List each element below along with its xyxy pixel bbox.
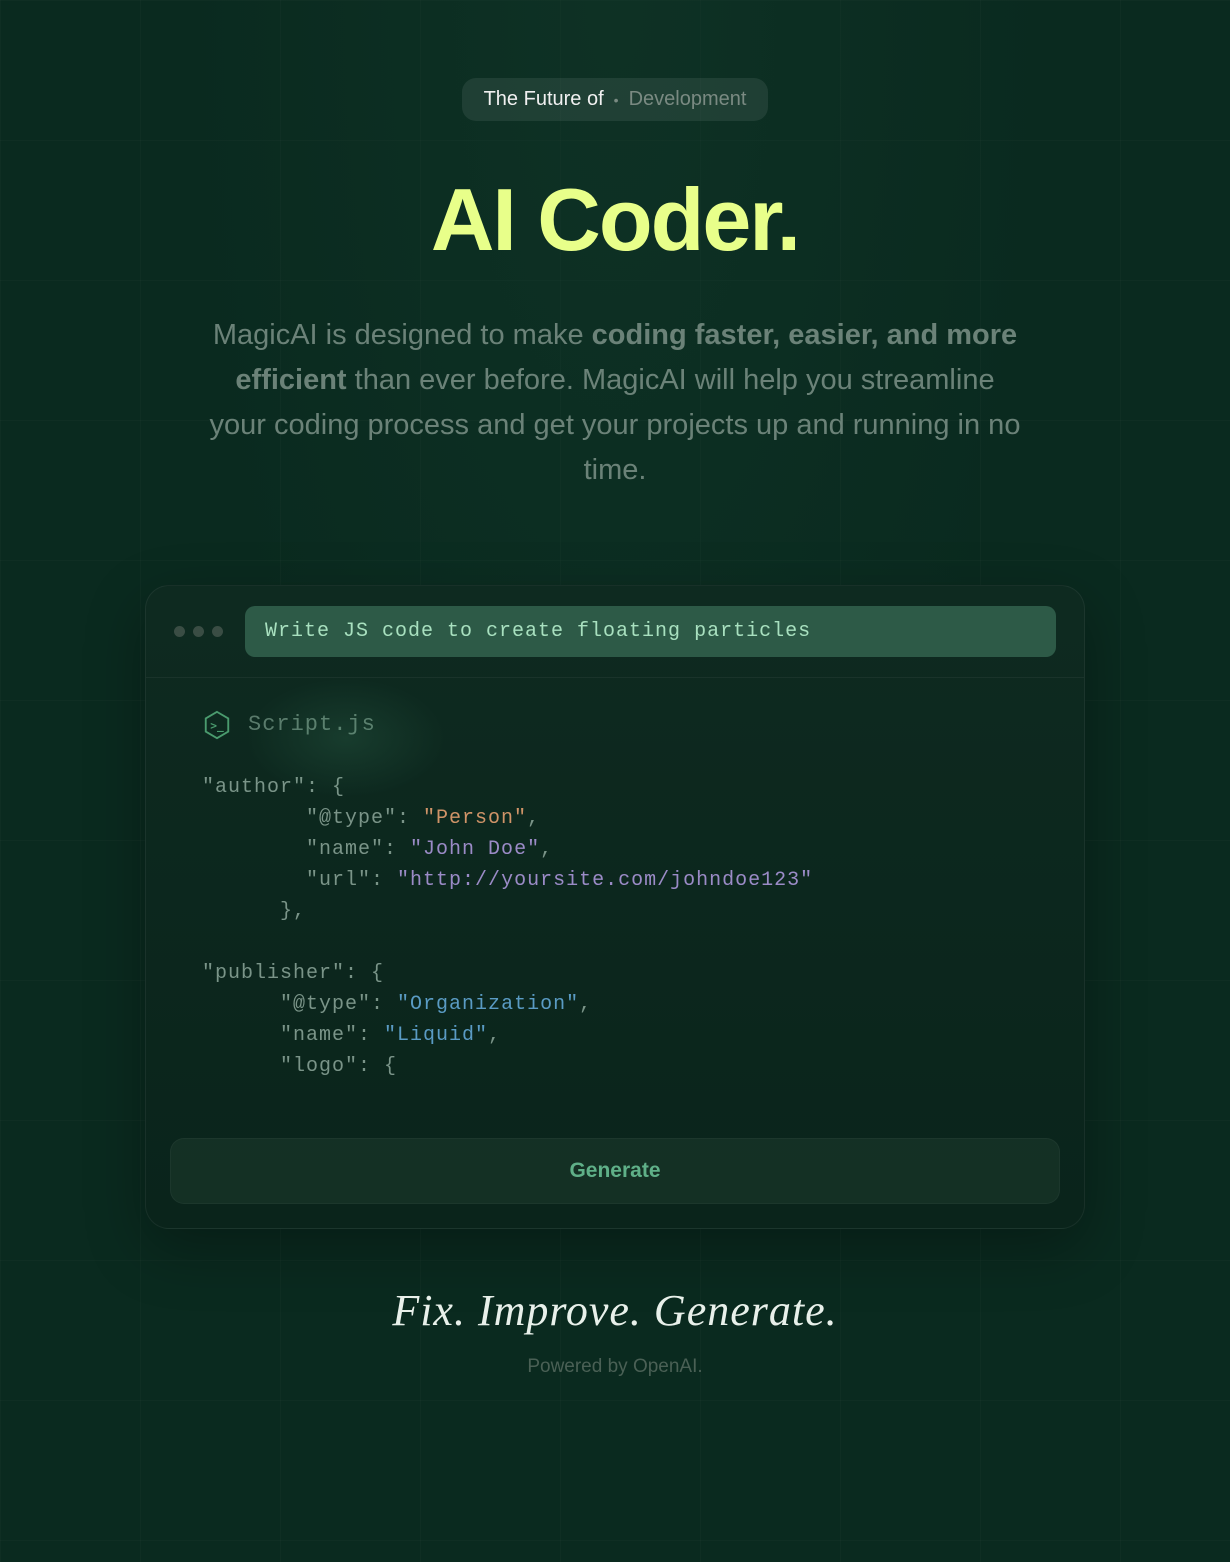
code-value: "Organization" bbox=[397, 993, 579, 1016]
code-value: "http://yoursite.com/johndoe123" bbox=[397, 869, 813, 892]
pill-badge: The Future of • Development bbox=[462, 78, 769, 121]
prompt-input[interactable]: Write JS code to create floating particl… bbox=[245, 606, 1056, 657]
generate-button[interactable]: Generate bbox=[170, 1138, 1060, 1204]
code-key: "name" bbox=[306, 838, 384, 861]
traffic-light-green[interactable] bbox=[212, 626, 223, 637]
badge-secondary-text: Development bbox=[629, 88, 747, 111]
code-key: "@type" bbox=[280, 993, 371, 1016]
code-key: "name" bbox=[280, 1024, 358, 1047]
code-key: "@type" bbox=[306, 807, 397, 830]
traffic-light-yellow[interactable] bbox=[193, 626, 204, 637]
code-value: "John Doe" bbox=[410, 838, 540, 861]
code-window: Write JS code to create floating particl… bbox=[145, 585, 1085, 1229]
window-header: Write JS code to create floating particl… bbox=[146, 586, 1084, 678]
code-key: "publisher" bbox=[202, 962, 345, 985]
traffic-light-red[interactable] bbox=[174, 626, 185, 637]
code-key: "url" bbox=[306, 869, 371, 892]
svg-text:>_: >_ bbox=[210, 719, 224, 732]
badge-separator-dot: • bbox=[614, 92, 619, 108]
traffic-lights bbox=[174, 626, 223, 637]
file-header: >_ Script.js bbox=[202, 710, 1028, 740]
hero-description: MagicAI is designed to make coding faste… bbox=[205, 313, 1025, 493]
filename-label: Script.js bbox=[248, 712, 376, 737]
powered-by-text: Powered by OpenAI. bbox=[527, 1356, 702, 1378]
terminal-hex-icon: >_ bbox=[202, 710, 232, 740]
hero-desc-pre: MagicAI is designed to make bbox=[213, 319, 592, 351]
hero-title: AI Coder. bbox=[431, 169, 799, 271]
code-value: "Liquid" bbox=[384, 1024, 488, 1047]
code-value: "Person" bbox=[423, 807, 527, 830]
code-key: "logo" bbox=[280, 1055, 358, 1078]
code-key: "author" bbox=[202, 776, 306, 799]
code-content: "author": { "@type": "Person", "name": "… bbox=[202, 772, 1028, 1082]
tagline: Fix. Improve. Generate. bbox=[392, 1285, 837, 1336]
badge-primary-text: The Future of bbox=[484, 88, 604, 111]
code-body: >_ Script.js "author": { "@type": "Perso… bbox=[146, 678, 1084, 1106]
